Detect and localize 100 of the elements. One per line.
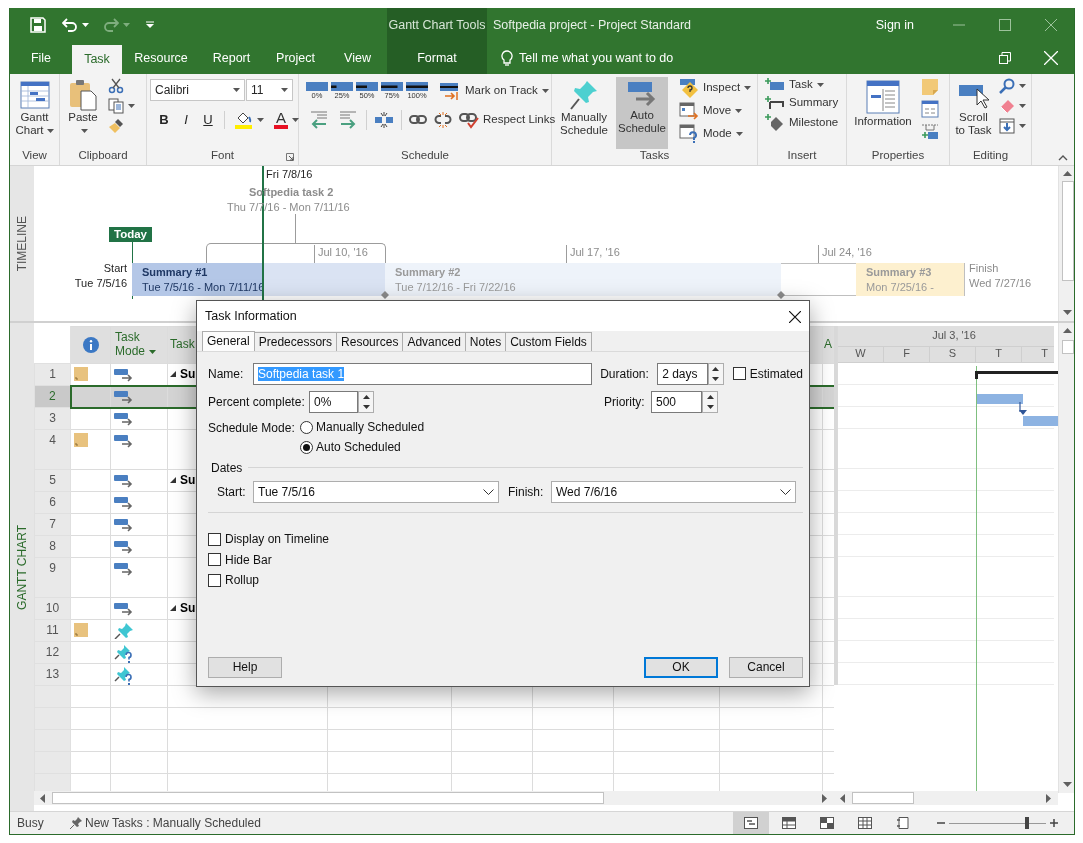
dialog-tab[interactable]: Custom Fields (505, 331, 592, 351)
scroll-thumb[interactable] (1061, 340, 1074, 354)
zoom-out-icon[interactable] (937, 819, 945, 827)
scroll-up-icon[interactable] (1063, 171, 1072, 177)
mode-button[interactable]: Mode (677, 123, 754, 145)
row-number[interactable]: 1 (49, 367, 56, 381)
checkbox[interactable] (732, 367, 746, 381)
dialog-tab[interactable]: General (202, 330, 255, 351)
row-number[interactable]: 5 (49, 473, 56, 487)
fill-color-button[interactable] (233, 110, 266, 130)
bold-button[interactable]: B (156, 112, 172, 128)
italic-button[interactable]: I (178, 112, 194, 128)
unlink-button[interactable] (432, 111, 454, 129)
details-button[interactable] (919, 99, 941, 119)
split-task-button[interactable] (372, 110, 396, 130)
insert-summary-button[interactable]: Summary (763, 95, 841, 111)
respect-links-button[interactable]: Respect Links (457, 110, 558, 130)
scroll-up-icon[interactable] (1063, 328, 1072, 334)
zoom-in-icon[interactable] (1050, 819, 1058, 827)
restore-icon[interactable] (999, 52, 1011, 64)
ribbon-tab[interactable]: Format (387, 42, 487, 74)
checkbox[interactable] (208, 573, 221, 587)
scroll-thumb[interactable] (1061, 181, 1074, 281)
undo-icon[interactable] (62, 18, 78, 32)
collapse-triangle-icon[interactable] (170, 371, 176, 378)
underline-button[interactable]: U (200, 112, 216, 128)
row-number[interactable]: 7 (49, 517, 56, 531)
mark-on-track-button[interactable]: Mark on Track (437, 81, 551, 101)
ribbon-tab[interactable]: Project (263, 42, 328, 74)
radio-button[interactable] (300, 420, 313, 434)
finish-date-dropdown[interactable]: Wed 7/6/16 (551, 481, 796, 504)
find-button[interactable] (997, 77, 1028, 95)
scroll-thumb[interactable] (852, 792, 914, 804)
font-name-dropdown[interactable]: Calibri (150, 79, 245, 101)
auto-schedule-button[interactable]: Auto Schedule (616, 77, 668, 149)
save-icon[interactable] (30, 17, 46, 33)
scroll-left-icon[interactable] (840, 793, 846, 803)
checkbox[interactable] (208, 553, 221, 567)
row-number[interactable]: 6 (49, 495, 56, 509)
manually-schedule-button[interactable]: Manually Schedule (555, 77, 613, 149)
customize-toolbar-icon[interactable] (146, 21, 154, 29)
collapse-ribbon-icon[interactable] (1058, 155, 1068, 161)
scroll-thumb[interactable] (52, 792, 604, 804)
scroll-left-icon[interactable] (40, 793, 46, 803)
maximize-icon[interactable] (999, 19, 1011, 31)
close-icon[interactable] (789, 310, 801, 323)
dialog-launcher-icon[interactable] (286, 153, 294, 161)
fill-button[interactable] (997, 117, 1028, 135)
row-number[interactable]: 2 (48, 389, 56, 403)
tell-me-field[interactable]: Tell me what you want to do (501, 42, 674, 74)
duration-field[interactable]: 2 days (657, 363, 708, 385)
scroll-right-icon[interactable] (1046, 793, 1052, 803)
checkbox[interactable] (208, 532, 221, 546)
move-button[interactable]: Move (677, 101, 754, 121)
view-button[interactable] (733, 812, 769, 834)
insert-task-button[interactable]: Task (763, 77, 841, 93)
spin-buttons[interactable] (358, 391, 374, 413)
sign-in-link[interactable]: Sign in (875, 17, 914, 33)
start-date-dropdown[interactable]: Tue 7/5/16 (253, 481, 499, 504)
collapse-triangle-icon[interactable] (170, 477, 176, 484)
paste-button[interactable]: Paste (63, 77, 103, 149)
new-tasks-mode[interactable]: New Tasks : Manually Scheduled (85, 815, 261, 831)
dialog-button[interactable]: Help (208, 657, 282, 678)
gantt-chart-button[interactable]: Gantt Chart (13, 77, 56, 149)
font-size-dropdown[interactable]: 11 (246, 79, 293, 101)
add-to-timeline-button[interactable] (919, 121, 941, 141)
inspect-button[interactable]: Inspect (677, 77, 754, 99)
row-number[interactable]: 3 (49, 411, 56, 425)
insert-milestone-button[interactable]: Milestone (763, 113, 841, 133)
scroll-right-icon[interactable] (822, 793, 828, 803)
ribbon-tab[interactable]: Resource (122, 42, 200, 74)
row-number[interactable]: 4 (49, 433, 56, 447)
priority-field[interactable]: 500 (651, 391, 702, 413)
finish-label: Finish (969, 261, 1000, 276)
scroll-to-task-button[interactable]: Scroll to Task (953, 77, 994, 149)
horizontal-scrollbar[interactable] (34, 791, 834, 805)
zoom-slider[interactable] (949, 816, 1046, 830)
information-button[interactable]: Information (850, 77, 916, 149)
ribbon-tab[interactable]: View (328, 42, 387, 74)
zoom-slider-thumb[interactable] (1024, 817, 1029, 829)
dialog-button[interactable]: OK (644, 657, 718, 678)
radio-button[interactable] (300, 441, 313, 455)
horizontal-scrollbar[interactable] (834, 791, 1058, 805)
add-to-timeline-icon (921, 122, 939, 140)
spin-buttons[interactable] (702, 391, 718, 413)
ribbon-tab[interactable]: Report (200, 42, 263, 74)
dialog-button[interactable]: Cancel (729, 657, 803, 678)
copy-button[interactable] (106, 97, 137, 115)
vertical-scrollbar[interactable] (1058, 323, 1074, 793)
scroll-down-icon[interactable] (1063, 310, 1072, 316)
row-number[interactable]: 8 (49, 539, 56, 553)
vertical-scrollbar[interactable] (1058, 166, 1074, 321)
ribbon-tab[interactable]: Task (72, 45, 122, 74)
row-number[interactable]: 9 (49, 561, 56, 575)
font-color-button[interactable]: A (272, 110, 301, 130)
ribbon-tab[interactable]: File (10, 42, 72, 74)
collapse-triangle-icon[interactable] (170, 605, 176, 612)
scroll-down-icon[interactable] (1063, 782, 1072, 788)
column-header[interactable]: Task (168, 338, 195, 352)
percent-complete-field[interactable]: 0% (309, 391, 358, 413)
